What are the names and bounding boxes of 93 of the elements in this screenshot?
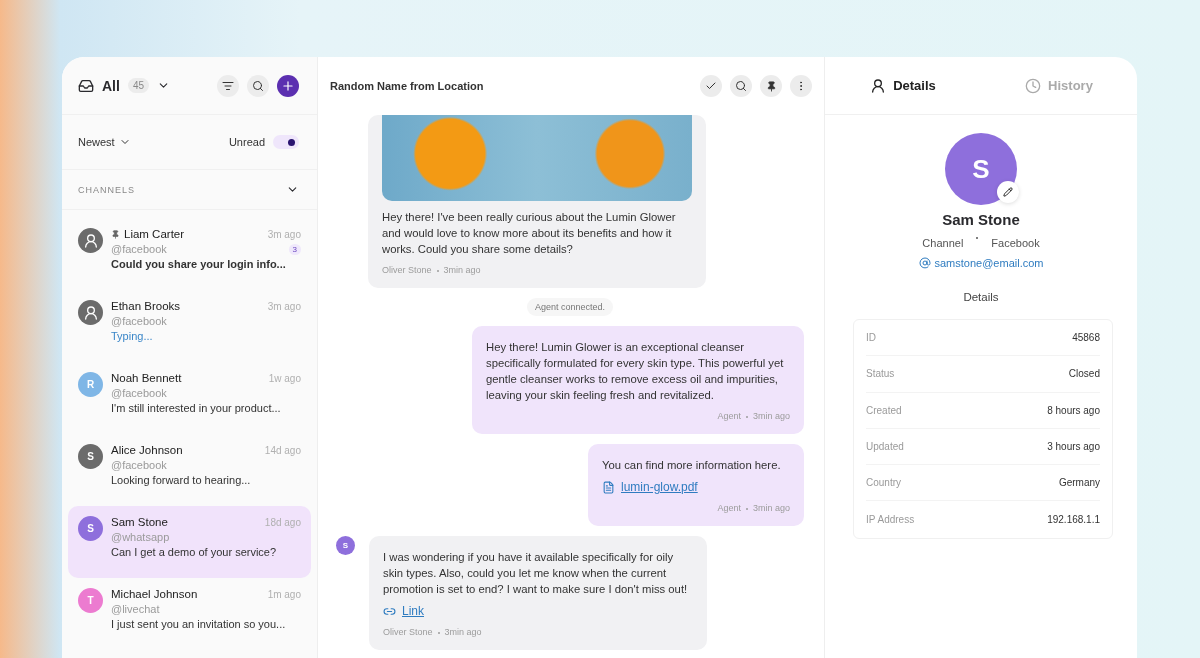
message-preview: Can I get a demo of your service? bbox=[111, 546, 278, 558]
field-value: 3 hours ago bbox=[1047, 441, 1100, 453]
message-text: I was wondering if you have it available specifically for oily skin types. Also, could you let me know when the current promotion is set to end? I want to make sure I don't miss out! bbox=[383, 550, 689, 597]
search-icon bbox=[735, 80, 747, 92]
avatar: S bbox=[78, 516, 103, 541]
user-icon bbox=[870, 77, 887, 94]
pencil-icon bbox=[1003, 187, 1013, 197]
file-link[interactable]: lumin-glow.pdf bbox=[602, 479, 698, 495]
field-value: 8 hours ago bbox=[1047, 404, 1100, 416]
contact-name: Ethan Brooks bbox=[111, 300, 181, 312]
contact-name: Liam Carter bbox=[124, 228, 185, 240]
conversation-item[interactable]: T Michael Johnson 1m ago @livechat I just sent you an invitation so you... bbox=[68, 578, 311, 650]
toggle-label: Unread bbox=[228, 136, 265, 148]
filter-button[interactable] bbox=[217, 74, 239, 97]
time-label: 1w ago bbox=[268, 372, 301, 384]
sort-dropdown[interactable]: Newest bbox=[78, 136, 131, 148]
message-preview: Could you share your login info... bbox=[111, 258, 287, 270]
field-label: Status bbox=[866, 368, 895, 380]
user-avatar-icon bbox=[78, 228, 103, 253]
section-label: CHANNELS bbox=[78, 184, 135, 195]
tab[interactable]: Details bbox=[825, 57, 981, 114]
contact-name: Alice Johnson bbox=[111, 444, 183, 456]
message-preview: I'm still interested in your product... bbox=[111, 402, 282, 414]
message-preview: Looking forward to hearing... bbox=[111, 474, 252, 486]
system-message: Agent connected. bbox=[526, 298, 614, 316]
channel-handle: @facebook bbox=[111, 315, 167, 327]
filter-icon bbox=[222, 79, 234, 92]
time-label: 18d ago bbox=[264, 516, 301, 528]
pin-button[interactable] bbox=[760, 75, 782, 97]
message-text: Hey there! I've been really curious about the Lumin Glower and would love to know more about its benefits and how it works. Could you share some details? bbox=[382, 210, 677, 257]
message-meta: Agent 3min ago bbox=[716, 502, 790, 515]
add-button[interactable] bbox=[277, 74, 299, 97]
contact-name: Michael Johnson bbox=[111, 588, 198, 600]
link[interactable]: Link bbox=[383, 603, 424, 619]
time-label: 14d ago bbox=[264, 444, 301, 456]
channel-handle: @facebook bbox=[111, 387, 167, 399]
field-label: Updated bbox=[866, 441, 904, 453]
message-text: You can find more information here. bbox=[602, 458, 782, 473]
avatar: S bbox=[78, 444, 103, 469]
conversation-item[interactable]: Liam Carter 3m ago @facebook 3 Could you share your login info... bbox=[68, 218, 311, 290]
message-preview: I just sent you an invitation so you... bbox=[111, 618, 287, 630]
conversation-item[interactable]: S Alice Johnson 14d ago @facebook Looking forward to hearing... bbox=[68, 434, 311, 506]
field-label: Country bbox=[866, 477, 901, 489]
file-icon bbox=[602, 480, 615, 494]
avatar: S bbox=[336, 536, 355, 555]
unread-count: 3 bbox=[288, 243, 301, 255]
email-link[interactable]: samstone@email.com bbox=[918, 257, 1044, 269]
channel-handle: @whatsapp bbox=[111, 531, 170, 543]
clock-icon bbox=[1025, 77, 1042, 94]
check-icon bbox=[705, 80, 717, 92]
channel-handle: @facebook bbox=[111, 243, 167, 255]
pin-icon bbox=[765, 80, 777, 92]
conversation-item[interactable]: R Noah Bennett 1w ago @facebook I'm still interested in your product... bbox=[68, 362, 311, 434]
channel-handle: @facebook bbox=[111, 459, 167, 471]
user-avatar-icon bbox=[78, 300, 103, 325]
avatar: T bbox=[78, 588, 103, 613]
time-label: 3m ago bbox=[267, 300, 301, 312]
channel-handle: @livechat bbox=[111, 603, 160, 615]
conversation-item[interactable]: S Sam Stone 18d ago @whatsapp Can I get a demo of your service? bbox=[68, 506, 311, 578]
section-heading: Details bbox=[962, 291, 1000, 303]
message-meta: Oliver Stone 3min ago bbox=[383, 626, 483, 639]
field-value: Germany bbox=[1058, 477, 1100, 489]
count-badge: 45 bbox=[127, 78, 149, 93]
contact-name: Sam Stone bbox=[942, 211, 1020, 228]
message-preview: Typing... bbox=[111, 330, 154, 342]
plus-icon bbox=[281, 78, 295, 93]
time-label: 1m ago bbox=[267, 588, 301, 600]
at-sign-icon bbox=[918, 257, 931, 269]
search-icon bbox=[252, 79, 264, 92]
avatar: R bbox=[78, 372, 103, 397]
unread-toggle[interactable] bbox=[273, 135, 299, 149]
inbox-icon bbox=[78, 77, 94, 94]
field-value: Closed bbox=[1068, 368, 1100, 380]
conversation-item[interactable]: Ethan Brooks 3m ago @facebook Typing... bbox=[68, 290, 311, 362]
inbox-title: All bbox=[102, 77, 120, 94]
message-meta: Agent 3min ago bbox=[716, 410, 790, 423]
channel-name: Facebook bbox=[991, 237, 1040, 249]
field-value: 45868 bbox=[1072, 332, 1100, 344]
search-button[interactable] bbox=[247, 74, 269, 97]
time-label: 3m ago bbox=[267, 228, 301, 240]
contact-name: Noah Bennett bbox=[111, 372, 182, 384]
message-meta: Oliver Stone 3min ago bbox=[382, 264, 482, 277]
edit-button[interactable] bbox=[997, 181, 1019, 203]
field-value: 192.168.1.1 bbox=[1047, 514, 1100, 526]
field-label: Created bbox=[866, 404, 902, 416]
channel-label: Channel bbox=[922, 237, 964, 249]
chat-title: Random Name from Location bbox=[330, 80, 484, 92]
field-label: IP Address bbox=[866, 514, 915, 526]
avatar: S bbox=[945, 133, 1017, 205]
search-button[interactable] bbox=[730, 75, 752, 97]
contact-name: Sam Stone bbox=[111, 516, 168, 528]
message-text: Hey there! Lumin Glower is an exceptional cleanser specifically formulated for every skin type. This powerful yet gentle cleanser works to remove excess oil and impurities, leaving your skin feeling fresh and revitalized. bbox=[486, 340, 785, 403]
field-label: ID bbox=[866, 332, 876, 344]
